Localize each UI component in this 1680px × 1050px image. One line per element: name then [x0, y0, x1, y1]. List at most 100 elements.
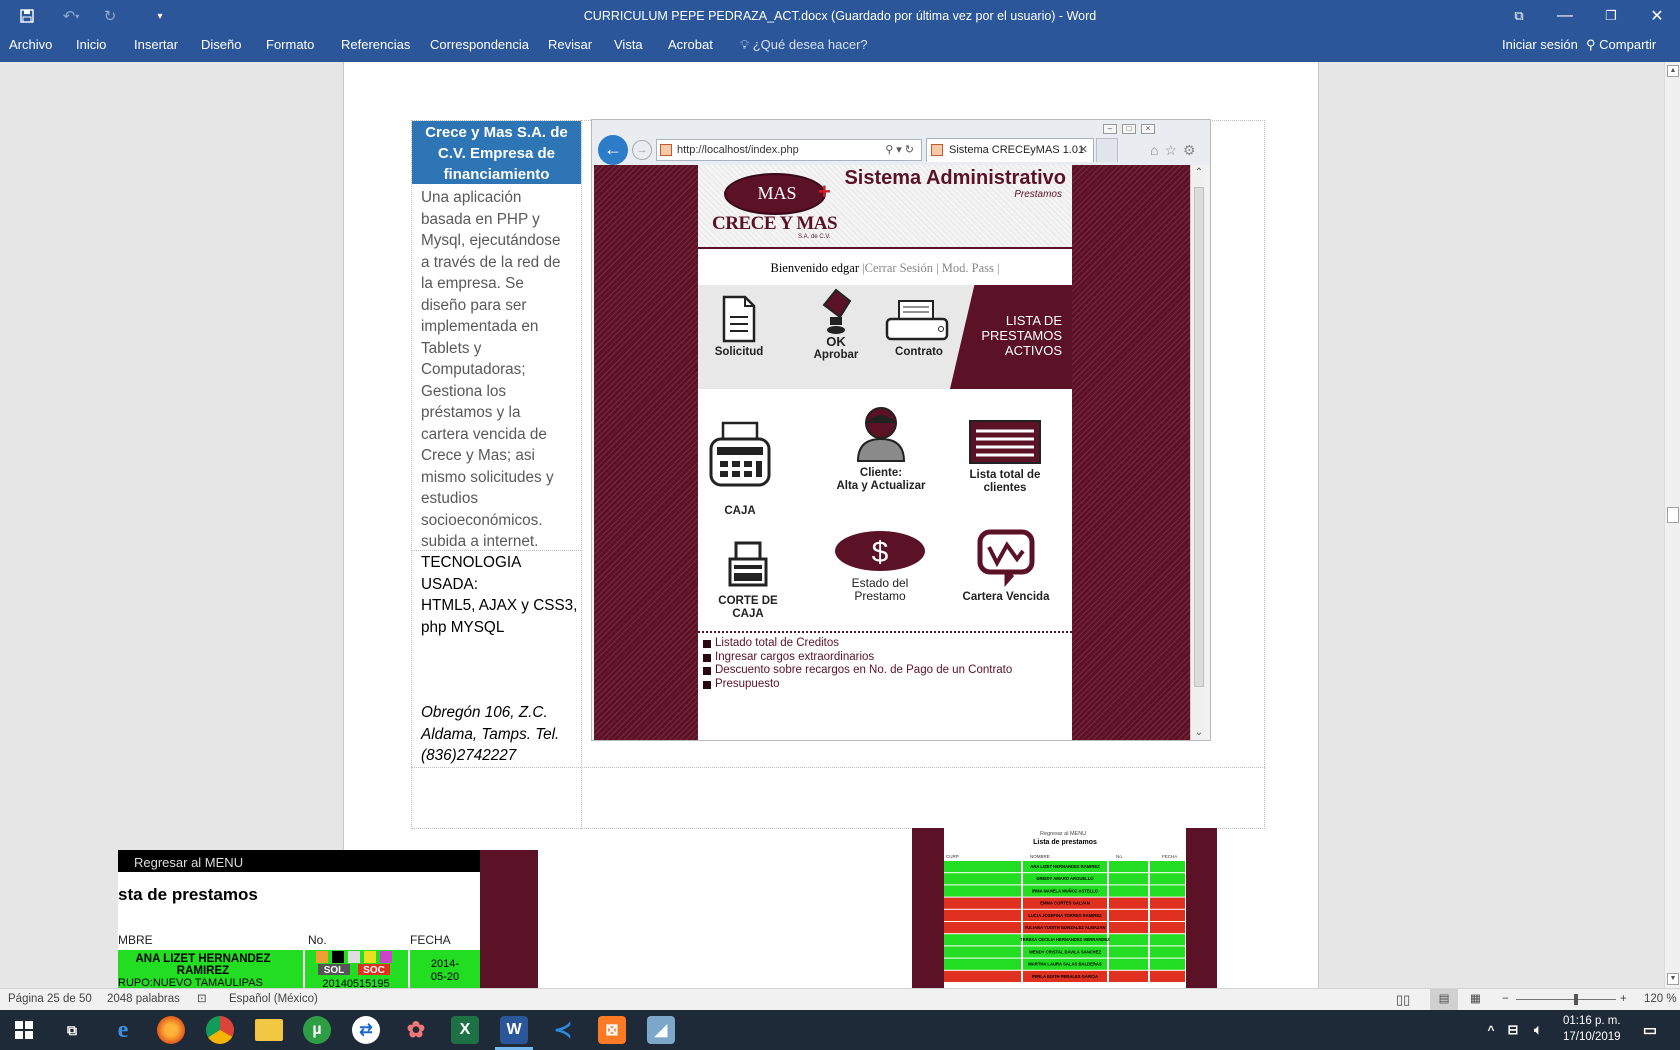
zoom-slider-thumb[interactable] [1574, 994, 1578, 1005]
tab-inicio[interactable]: Inicio [76, 32, 106, 62]
firefox-icon[interactable] [157, 1016, 185, 1044]
tech-line: HTML5, AJAX y CSS3, [421, 597, 578, 614]
table-cell [1150, 922, 1185, 934]
read-mode-icon[interactable]: ▯▯ [1396, 989, 1410, 1010]
redo-icon[interactable]: ↻ [100, 0, 120, 32]
undo-icon[interactable]: ↶ ▾ [54, 0, 88, 32]
network-icon[interactable]: ⊟ [1503, 1016, 1523, 1044]
row-group: RUPO:NUEVO TAMAULIPAS [118, 977, 263, 988]
web-layout-icon[interactable]: ▦ [1470, 989, 1481, 1010]
desc-line: la empresa. Se [421, 275, 524, 292]
tab-diseno[interactable]: Diseño [201, 32, 241, 62]
cliente-label: Cliente: [859, 467, 903, 479]
print-layout-icon[interactable]: ▤ [1430, 989, 1458, 1010]
loan-list-screenshot[interactable]: Regresar al MENU Lista de prestamos CURP… [912, 828, 1217, 988]
browser-screenshot[interactable]: – □ × ← → http://localhost/index.php ⚲▾↻… [591, 119, 1211, 741]
table-cell [944, 958, 1021, 970]
system-clock[interactable]: 01:16 p. m. 17/10/2019 [1563, 1013, 1621, 1045]
teamviewer-icon[interactable]: ⇄ [352, 1016, 380, 1044]
chrome-icon[interactable] [206, 1016, 234, 1044]
corte-caja-label: CORTE DE CAJA [718, 595, 778, 620]
sign-in-link[interactable]: Iniciar sesión [1502, 32, 1578, 58]
aprobar-item: OK Aprobar [810, 287, 862, 361]
row-date: 05-20 [431, 971, 459, 983]
tab-referencias[interactable]: Referencias [341, 32, 410, 62]
title-bar: ↶ ▾ ↻ ▾ CURRICULUM PEPE PEDRAZA_ACT.docx… [0, 0, 1680, 32]
close-button[interactable]: ✕ [1634, 0, 1680, 32]
share-label: Compartir [1599, 37, 1657, 52]
vscode-icon[interactable]: ≺ [549, 1016, 577, 1044]
color-app-icon[interactable]: ✿ [402, 1016, 430, 1044]
xampp-icon[interactable]: ⊠ [598, 1016, 626, 1044]
address-line: (836)2742227 [421, 747, 517, 764]
save-icon[interactable] [14, 0, 40, 32]
scroll-down-icon[interactable]: ▼ [1667, 973, 1679, 985]
task-view-icon[interactable]: ⧉ [58, 1016, 86, 1044]
tab-archivo[interactable]: Archivo [9, 32, 52, 62]
cliente-sublabel: Alta y Actualizar [836, 480, 926, 492]
table-cell [1150, 861, 1185, 873]
windows-start-icon[interactable] [10, 1016, 38, 1044]
table-cell [1150, 885, 1185, 897]
zoom-level[interactable]: 120 % [1644, 989, 1677, 1010]
excel-icon[interactable]: X [451, 1016, 479, 1044]
edge-icon[interactable]: e [109, 1016, 137, 1044]
zoom-out-icon[interactable]: − [1502, 989, 1509, 1010]
row-name: ANA LIZET HERNANDEZ RAMIREZ [1030, 864, 1100, 869]
language-indicator[interactable]: Español (México) [229, 989, 318, 1010]
word-count[interactable]: 2048 palabras [107, 989, 180, 1010]
company-header-cell[interactable]: Crece y Mas S.A. de C.V. Empresa de fina… [412, 121, 581, 184]
tab-vista[interactable]: Vista [614, 32, 643, 62]
clock-date: 17/10/2019 [1563, 1031, 1621, 1043]
lista-clientes-label: Lista total de [969, 469, 1041, 481]
zoom-in-icon[interactable]: + [1620, 989, 1627, 1010]
tell-me-search[interactable]: 💡︎ ¿Qué desea hacer? [740, 32, 868, 62]
table-cell [1150, 946, 1185, 958]
utorrent-icon[interactable]: µ [303, 1016, 331, 1044]
ribbon-display-options-icon[interactable]: ⧉ [1496, 0, 1542, 32]
volume-icon[interactable]: 🔈︎ [1528, 1016, 1548, 1044]
browser-scroll-thumb [1194, 187, 1204, 687]
tab-acrobat[interactable]: Acrobat [668, 32, 713, 62]
restore-button[interactable]: ❐ [1588, 0, 1634, 32]
vertical-scrollbar[interactable]: ▲ ▼ [1664, 62, 1680, 988]
project-description[interactable]: Una aplicación basada en PHP y Mysql, ej… [421, 187, 581, 553]
page-count[interactable]: Página 25 de 50 [8, 989, 92, 1010]
tell-me-label: ¿Qué desea hacer? [752, 37, 868, 52]
table-cell [1150, 970, 1185, 982]
col-no: No. [1116, 854, 1123, 859]
logo-mas-text: MAS [757, 183, 797, 203]
tab-formato[interactable]: Formato [266, 32, 314, 62]
word-icon[interactable]: W [500, 1016, 528, 1044]
zoom-slider[interactable] [1516, 994, 1616, 1005]
technology-used[interactable]: TECNOLOGIA USADA: HTML5, AJAX y CSS3, ph… [421, 552, 581, 638]
customize-quick-access-icon[interactable]: ▾ [150, 0, 170, 32]
table-cell [1150, 909, 1185, 921]
tray-chevron-icon[interactable]: ^ [1482, 1016, 1500, 1044]
back-arrow-icon: ← [598, 135, 628, 165]
minimize-button[interactable]: — [1542, 0, 1588, 32]
file-explorer-icon[interactable] [255, 1019, 283, 1041]
company-address[interactable]: Obregón 106, Z.C. Aldama, Tamps. Tel. (8… [421, 702, 581, 767]
tab-revisar[interactable]: Revisar [548, 32, 592, 62]
row-name: WENDY CRISTAL DAVILA SANCHEZ [1029, 949, 1102, 954]
document-area: Crece y Mas S.A. de C.V. Empresa de fina… [0, 62, 1664, 988]
search-refresh-icons: ⚲▾↻ [885, 144, 917, 156]
desc-line: diseño para ser [421, 296, 527, 314]
tab-insertar[interactable]: Insertar [134, 32, 178, 62]
band-label-line: LISTA DE [1005, 313, 1062, 328]
proofing-icon[interactable]: ⊡ [197, 989, 207, 1010]
loan-list-zoom-screenshot[interactable]: Regresar al MENU sta de prestamos MBRE N… [118, 850, 538, 988]
row-name: DREIDY AMARO ARGUELLO [1036, 876, 1094, 881]
tab-correspondencia[interactable]: Correspondencia [430, 32, 529, 62]
table-cell [944, 946, 1021, 958]
notifications-icon[interactable]: ▭ [1636, 1016, 1664, 1044]
browser-close-icon: × [1141, 124, 1155, 134]
share-button[interactable]: ⚲ Compartir [1586, 32, 1656, 58]
misc-app-icon[interactable]: ◢ [647, 1016, 675, 1044]
band-label-line: PRESTAMOS [981, 328, 1062, 343]
scroll-up-icon[interactable]: ▲ [1667, 65, 1679, 77]
scrollbar-thumb[interactable] [1667, 507, 1679, 523]
solicitud-label: Solicitud [714, 346, 764, 358]
window-title: CURRICULUM PEPE PEDRAZA_ACT.docx (Guarda… [583, 9, 1097, 23]
